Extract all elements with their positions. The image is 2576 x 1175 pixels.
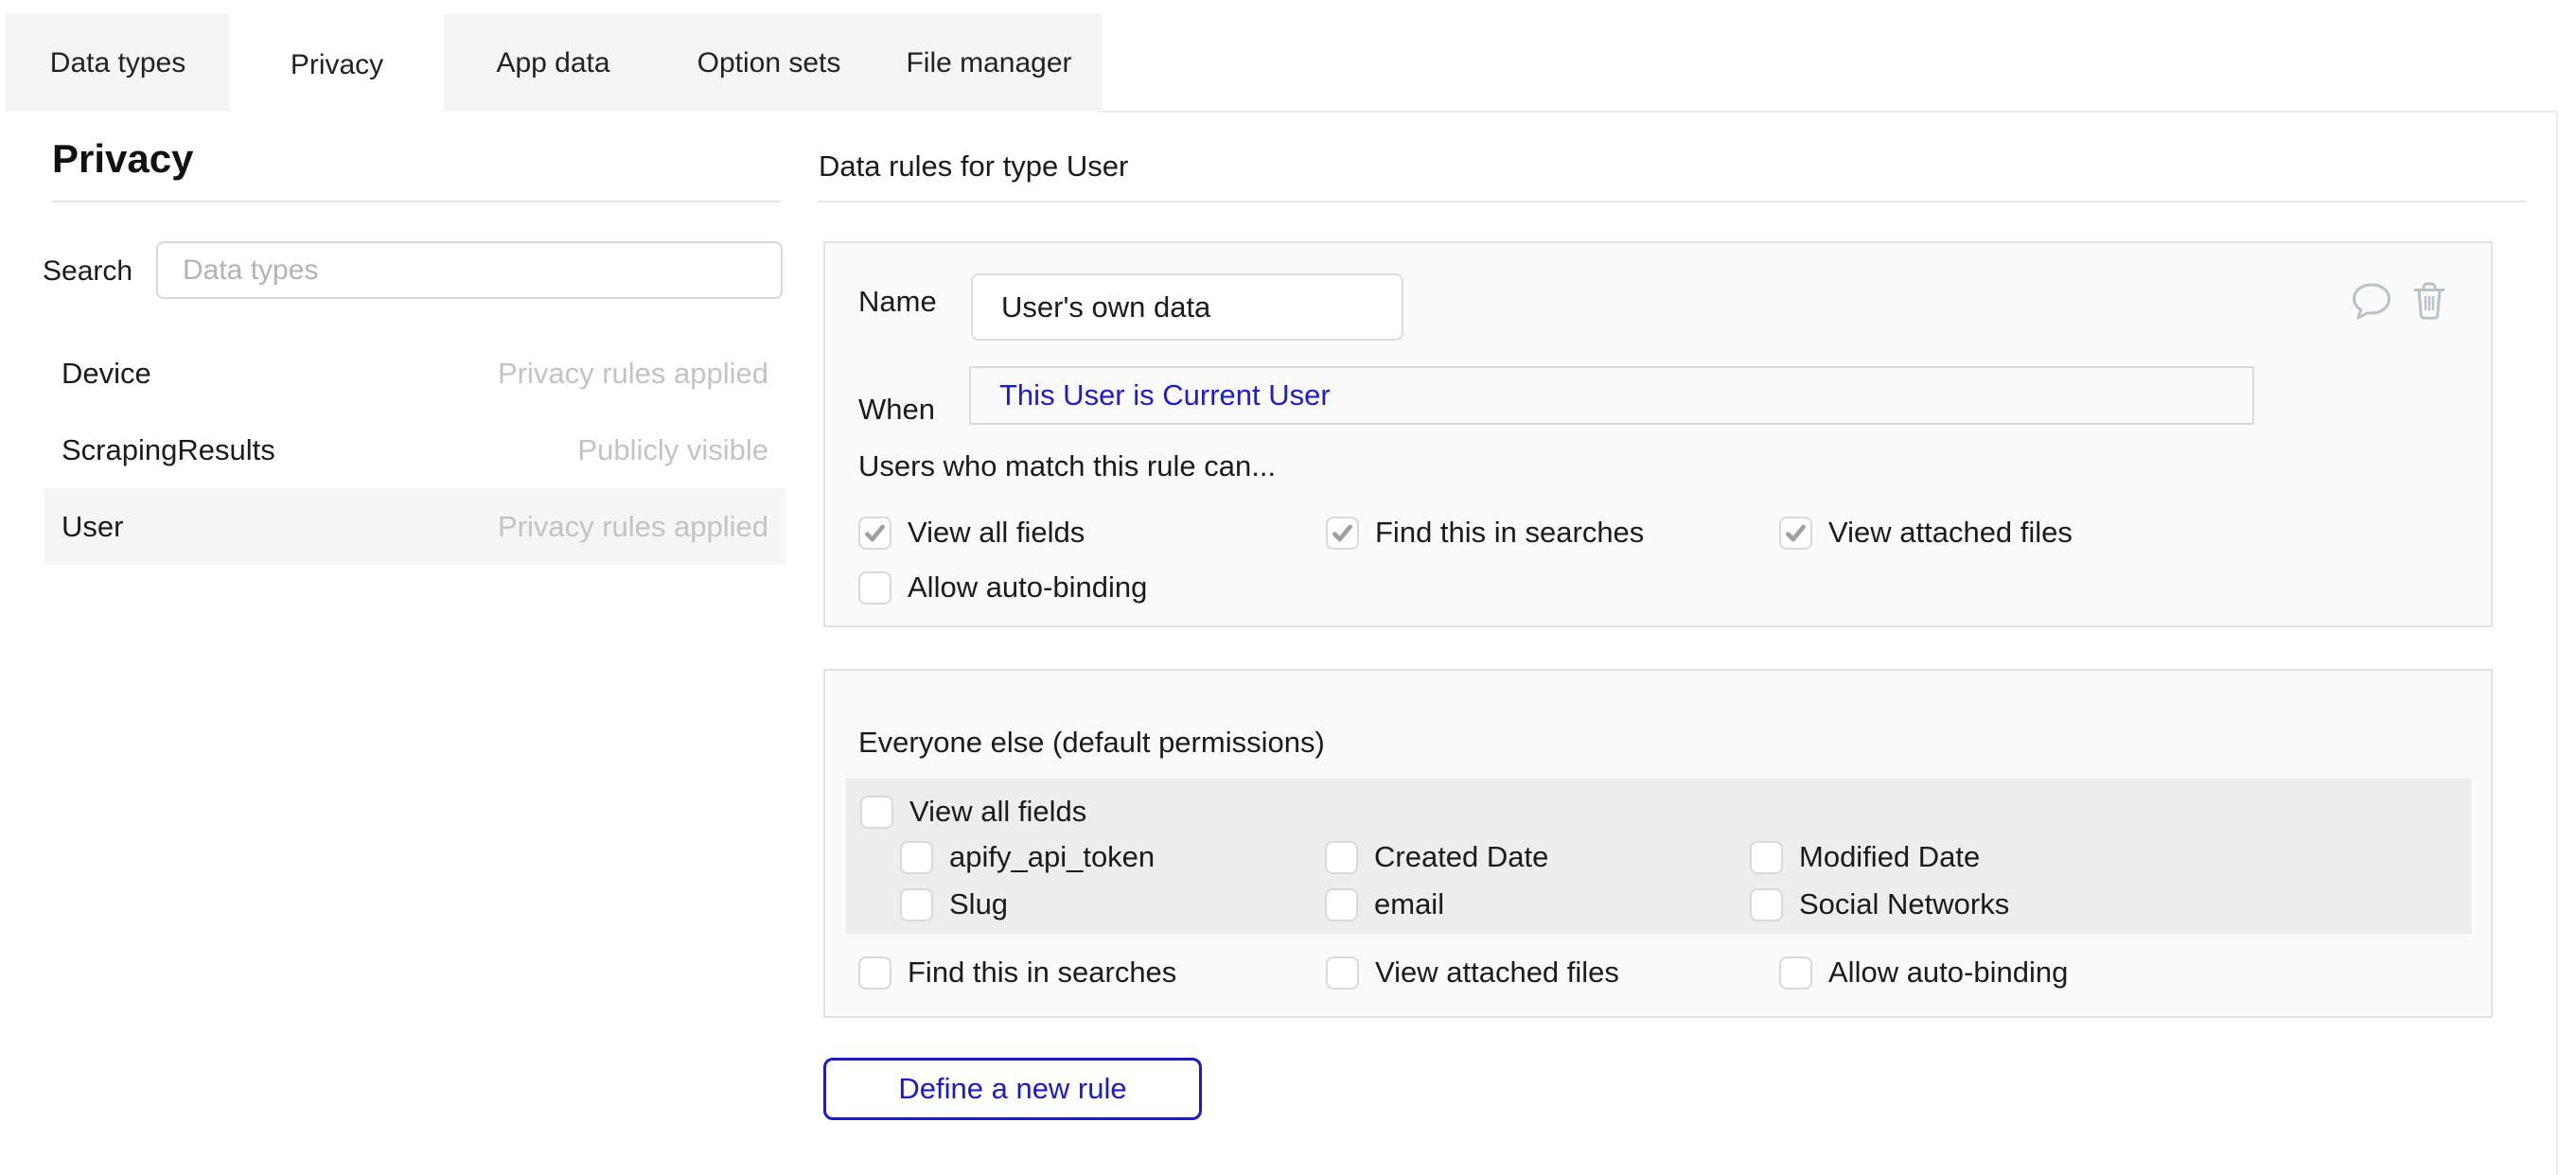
privacy-status: Privacy rules applied — [498, 510, 768, 544]
checkbox-item-find-in-searches[interactable]: Find this in searches — [1326, 514, 1644, 552]
checkbox-label: Find this in searches — [908, 956, 1176, 990]
checkbox-label: Find this in searches — [1375, 516, 1644, 550]
checkbox-label: Modified Date — [1799, 840, 1980, 874]
tab-privacy[interactable]: Privacy — [230, 14, 444, 116]
checkbox[interactable] — [1325, 888, 1358, 921]
rule-actions — [2351, 281, 2445, 321]
sidebar-divider — [52, 201, 781, 202]
data-type-name: ScrapingResults — [62, 433, 275, 467]
checkbox-item-view-all-fields[interactable]: View all fields — [858, 514, 1085, 552]
checkbox-item-view-all-fields-default[interactable]: View all fields — [860, 793, 1086, 831]
checkbox-item-allow-auto-binding[interactable]: Allow auto-binding — [858, 569, 1147, 606]
name-label: Name — [858, 285, 937, 319]
permissions-heading: Users who match this rule can... — [858, 449, 1276, 483]
checkbox[interactable] — [1325, 841, 1358, 874]
checkbox-label: View all fields — [909, 795, 1086, 829]
check-icon — [1330, 520, 1355, 546]
checkbox-item-view-attached-files[interactable]: View attached files — [1779, 514, 2073, 552]
list-item-user[interactable]: User Privacy rules applied — [44, 488, 785, 565]
checkbox-label: View attached files — [1828, 516, 2073, 550]
checkbox-label: Social Networks — [1799, 887, 2009, 921]
checkbox-label: View all fields — [908, 516, 1085, 550]
checkbox-label: Created Date — [1374, 840, 1548, 874]
default-permissions-heading: Everyone else (default permissions) — [858, 726, 1325, 760]
top-tab-bar: Data types Privacy App data Option sets … — [6, 14, 1103, 112]
checkbox-label: email — [1374, 887, 1444, 921]
section-divider — [819, 201, 2527, 202]
checkbox[interactable] — [1750, 841, 1783, 874]
checkbox[interactable] — [900, 888, 933, 921]
comment-icon[interactable] — [2351, 281, 2392, 321]
header-divider — [1098, 111, 2558, 113]
checkbox[interactable] — [1326, 517, 1359, 550]
field-checkbox-modified-date[interactable]: Modified Date — [1750, 838, 1980, 876]
rule-name-input[interactable] — [971, 273, 1403, 341]
checkbox-item-allow-auto-binding-default[interactable]: Allow auto-binding — [1779, 954, 2068, 991]
checkbox[interactable] — [858, 956, 891, 990]
check-icon — [1783, 520, 1808, 546]
when-condition-value[interactable]: This User is Current User — [999, 378, 1331, 412]
checkbox-item-view-attached-files-default[interactable]: View attached files — [1326, 954, 1619, 991]
field-checkbox-created-date[interactable]: Created Date — [1325, 838, 1548, 876]
checkbox-label: Allow auto-binding — [1828, 956, 2068, 990]
when-label: When — [858, 393, 935, 427]
trash-icon[interactable] — [2413, 281, 2445, 321]
checkbox[interactable] — [858, 571, 891, 605]
list-item-scrapingresults[interactable]: ScrapingResults Publicly visible — [44, 412, 785, 488]
privacy-rule-card: Name When This User is Current User User… — [823, 241, 2493, 627]
tab-app-data[interactable]: App data — [444, 14, 662, 112]
field-checkbox-social-networks[interactable]: Social Networks — [1750, 886, 2009, 923]
checkbox[interactable] — [1779, 956, 1812, 990]
checkbox[interactable] — [860, 796, 893, 829]
data-type-name: Device — [62, 357, 151, 391]
tab-option-sets[interactable]: Option sets — [662, 14, 875, 112]
privacy-status: Privacy rules applied — [498, 357, 768, 391]
checkbox-label: Allow auto-binding — [908, 570, 1147, 605]
search-input[interactable] — [156, 241, 783, 299]
field-checkbox-slug[interactable]: Slug — [900, 886, 1008, 923]
checkbox[interactable] — [1750, 888, 1783, 921]
when-condition-box[interactable]: This User is Current User — [969, 366, 2254, 425]
checkbox[interactable] — [1779, 517, 1812, 550]
field-checkbox-apify-api-token[interactable]: apify_api_token — [900, 838, 1155, 876]
default-permissions-card: Everyone else (default permissions) View… — [823, 669, 2493, 1018]
list-item-device[interactable]: Device Privacy rules applied — [44, 335, 785, 412]
data-type-name: User — [62, 510, 123, 544]
checkbox-item-find-in-searches-default[interactable]: Find this in searches — [858, 954, 1176, 991]
checkbox-label: apify_api_token — [949, 840, 1155, 874]
checkbox-label: View attached files — [1375, 956, 1619, 990]
checkbox[interactable] — [1326, 956, 1359, 990]
data-type-list: Device Privacy rules applied ScrapingRes… — [44, 335, 785, 565]
check-icon — [862, 520, 888, 546]
checkbox[interactable] — [900, 841, 933, 874]
fields-panel: View all fields apify_api_token Created … — [846, 779, 2472, 934]
field-checkbox-email[interactable]: email — [1325, 886, 1444, 923]
define-new-rule-button[interactable]: Define a new rule — [823, 1058, 1202, 1120]
tab-file-manager[interactable]: File manager — [875, 14, 1103, 112]
privacy-status: Publicly visible — [577, 433, 768, 467]
tab-data-types[interactable]: Data types — [6, 14, 230, 112]
checkbox-label: Slug — [949, 887, 1008, 921]
section-title: Data rules for type User — [819, 149, 1128, 184]
panel-right-border — [2556, 111, 2558, 1175]
page-title: Privacy — [52, 136, 193, 182]
checkbox[interactable] — [858, 517, 891, 550]
search-label: Search — [43, 255, 132, 288]
